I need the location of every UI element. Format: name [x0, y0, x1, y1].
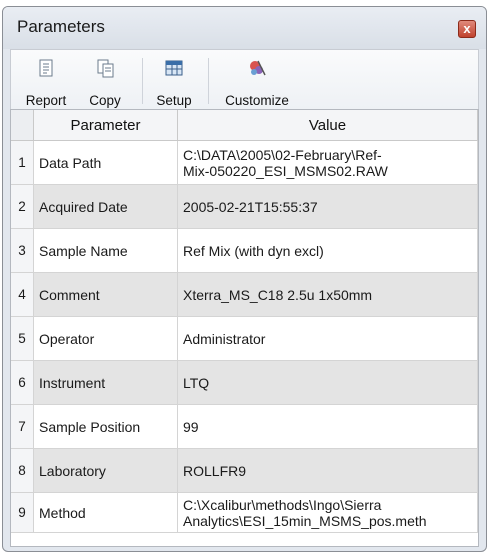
toolbar: Report Copy Setup Customize	[10, 49, 479, 109]
value-line: C:\Xcalibur\methods\Ingo\Sierra	[183, 496, 382, 513]
table-row[interactable]: 1 Data Path C:\DATA\2005\02-February\Ref…	[11, 140, 478, 185]
table-row[interactable]: 4 Comment Xterra_MS_C18 2.5u 1x50mm	[11, 272, 478, 317]
customize-icon	[250, 60, 266, 76]
table-row[interactable]: 2 Acquired Date 2005-02-21T15:55:37	[11, 184, 478, 229]
value-cell[interactable]: C:\Xcalibur\methods\Ingo\Sierra Analytics…	[177, 492, 478, 533]
value-cell[interactable]: C:\DATA\2005\02-February\Ref- Mix-050220_…	[177, 140, 478, 185]
customize-label: Customize	[225, 93, 289, 108]
parameter-cell[interactable]: Method	[33, 492, 178, 533]
parameters-grid[interactable]: Parameter Value 1 Data Path C:\DATA\2005…	[10, 109, 479, 547]
parameter-cell[interactable]: Instrument	[33, 360, 178, 405]
row-number: 5	[11, 316, 34, 361]
value-cell[interactable]: ROLLFR9	[177, 448, 478, 493]
row-number: 7	[11, 404, 34, 449]
value-cell[interactable]: Xterra_MS_C18 2.5u 1x50mm	[177, 272, 478, 317]
parameter-cell[interactable]: Laboratory	[33, 448, 178, 493]
value-line: C:\DATA\2005\02-February\Ref-	[183, 146, 382, 163]
copy-label: Copy	[89, 93, 121, 108]
value-line: Mix-050220_ESI_MSMS02.RAW	[183, 162, 388, 179]
table-row[interactable]: 9 Method C:\Xcalibur\methods\Ingo\Sierra…	[11, 492, 478, 533]
parameter-cell[interactable]: Comment	[33, 272, 178, 317]
toolbar-separator	[208, 58, 209, 104]
value-cell[interactable]: 99	[177, 404, 478, 449]
row-number: 1	[11, 140, 34, 185]
parameter-cell[interactable]: Operator	[33, 316, 178, 361]
title-bar[interactable]: Parameters x	[3, 7, 486, 49]
parameter-cell[interactable]: Sample Position	[33, 404, 178, 449]
column-header-value[interactable]: Value	[177, 110, 478, 141]
parameters-window: Parameters x Report Copy Setup Customize…	[2, 6, 487, 552]
table-row[interactable]: 3 Sample Name Ref Mix (with dyn excl)	[11, 228, 478, 273]
value-cell[interactable]: LTQ	[177, 360, 478, 405]
toolbar-separator	[142, 58, 143, 104]
setup-icon	[165, 60, 183, 76]
row-number: 2	[11, 184, 34, 229]
table-row[interactable]: 5 Operator Administrator	[11, 316, 478, 361]
report-label: Report	[25, 93, 67, 108]
grid-corner-cell[interactable]	[11, 110, 34, 141]
table-row[interactable]: 6 Instrument LTQ	[11, 360, 478, 405]
row-number: 4	[11, 272, 34, 317]
window-title: Parameters	[17, 17, 105, 36]
row-number: 9	[11, 492, 34, 533]
value-cell[interactable]: Administrator	[177, 316, 478, 361]
setup-button[interactable]: Setup	[151, 54, 197, 108]
parameter-cell[interactable]: Sample Name	[33, 228, 178, 273]
parameter-cell[interactable]: Acquired Date	[33, 184, 178, 229]
table-row[interactable]: 8 Laboratory ROLLFR9	[11, 448, 478, 493]
setup-label: Setup	[156, 93, 192, 108]
parameter-cell[interactable]: Data Path	[33, 140, 178, 185]
row-number: 8	[11, 448, 34, 493]
column-header-parameter[interactable]: Parameter	[33, 110, 178, 141]
row-number: 3	[11, 228, 34, 273]
value-line: Analytics\ESI_15min_MSMS_pos.meth	[183, 512, 427, 529]
row-number: 6	[11, 360, 34, 405]
report-button[interactable]: Report	[23, 54, 69, 108]
report-icon	[39, 59, 53, 77]
value-cell[interactable]: Ref Mix (with dyn excl)	[177, 228, 478, 273]
close-button[interactable]: x	[458, 20, 476, 38]
table-row[interactable]: 7 Sample Position 99	[11, 404, 478, 449]
copy-button[interactable]: Copy	[85, 54, 125, 108]
copy-icon	[97, 59, 114, 78]
value-cell[interactable]: 2005-02-21T15:55:37	[177, 184, 478, 229]
customize-button[interactable]: Customize	[217, 54, 297, 108]
